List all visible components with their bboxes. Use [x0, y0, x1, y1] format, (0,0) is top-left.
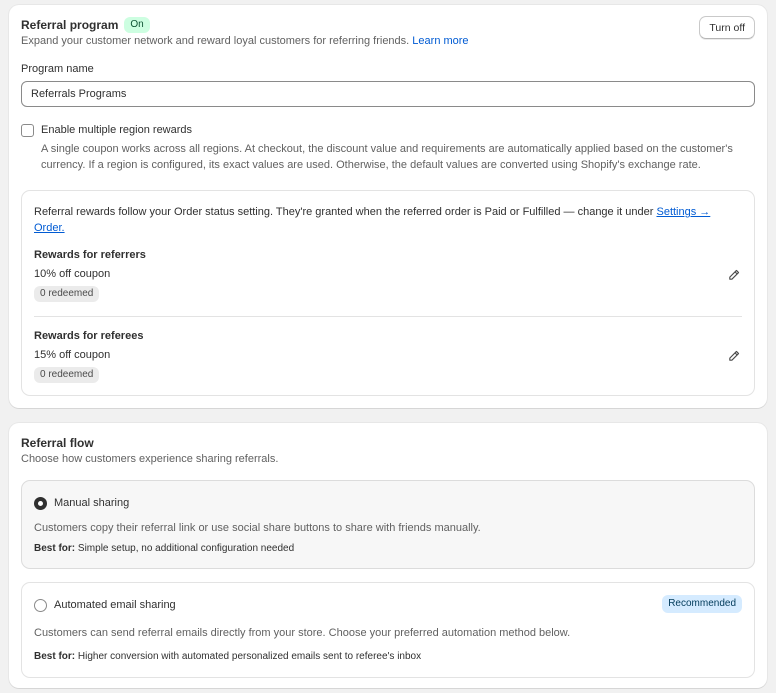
automated-email-label[interactable]: Automated email sharing [54, 599, 176, 611]
referees-redeemed-badge: 0 redeemed [34, 367, 100, 383]
automated-email-radio[interactable] [34, 599, 47, 612]
manual-sharing-option[interactable]: Manual sharing Customers copy their refe… [21, 480, 755, 569]
recommended-badge: Recommended [662, 595, 742, 613]
referral-program-card: Referral program On Expand your customer… [9, 5, 767, 408]
multi-region-checkbox[interactable] [21, 124, 34, 137]
automated-email-description: Customers can send referral emails direc… [34, 627, 571, 639]
manual-sharing-radio[interactable] [34, 497, 47, 510]
referral-program-title: Referral program [21, 18, 119, 32]
automated-email-best-for-text: Higher conversion with automated persona… [77, 651, 422, 662]
referees-reward-title: Rewards for referees [34, 330, 144, 342]
manual-sharing-best-for: Best for: Simple setup, no additional co… [34, 543, 294, 554]
edit-referees-pencil-icon[interactable] [727, 349, 741, 363]
referral-flow-title: Referral flow [21, 436, 94, 450]
rewards-box: Referral rewards follow your Order statu… [21, 190, 755, 396]
rewards-info-text: Referral rewards follow your Order statu… [34, 206, 654, 218]
rewards-info: Referral rewards follow your Order statu… [34, 204, 734, 236]
turn-off-button[interactable]: Turn off [699, 16, 755, 39]
automated-email-option[interactable]: Automated email sharing Recommended Cust… [21, 582, 755, 678]
multi-region-help-text: A single coupon works across all regions… [41, 143, 733, 171]
referrers-reward-title: Rewards for referrers [34, 249, 146, 261]
rewards-divider [34, 316, 742, 317]
manual-sharing-label[interactable]: Manual sharing [54, 497, 129, 509]
referral-flow-card: Referral flow Choose how customers exper… [9, 423, 767, 688]
learn-more-link[interactable]: Learn more [412, 35, 468, 47]
referees-reward-value: 15% off coupon [34, 349, 111, 361]
edit-referrers-pencil-icon[interactable] [727, 268, 741, 282]
referrers-redeemed-badge: 0 redeemed [34, 286, 100, 302]
referral-program-description-row: Expand your customer network and reward … [21, 35, 469, 47]
multi-region-label[interactable]: Enable multiple region rewards [41, 124, 192, 136]
best-for-label: Best for: [34, 543, 76, 554]
program-name-input[interactable] [21, 81, 755, 107]
referrers-reward-value: 10% off coupon [34, 268, 111, 280]
manual-sharing-description: Customers copy their referral link or us… [34, 522, 481, 534]
referral-program-header: Referral program On [21, 17, 150, 33]
manual-sharing-best-for-text: Simple setup, no additional configuratio… [77, 543, 295, 554]
referral-flow-description: Choose how customers experience sharing … [21, 453, 279, 465]
best-for-label: Best for: [34, 651, 76, 662]
status-badge: On [124, 17, 150, 33]
automated-email-best-for: Best for: Higher conversion with automat… [34, 651, 421, 662]
program-name-label: Program name [21, 63, 94, 75]
referral-program-description: Expand your customer network and reward … [21, 35, 410, 47]
